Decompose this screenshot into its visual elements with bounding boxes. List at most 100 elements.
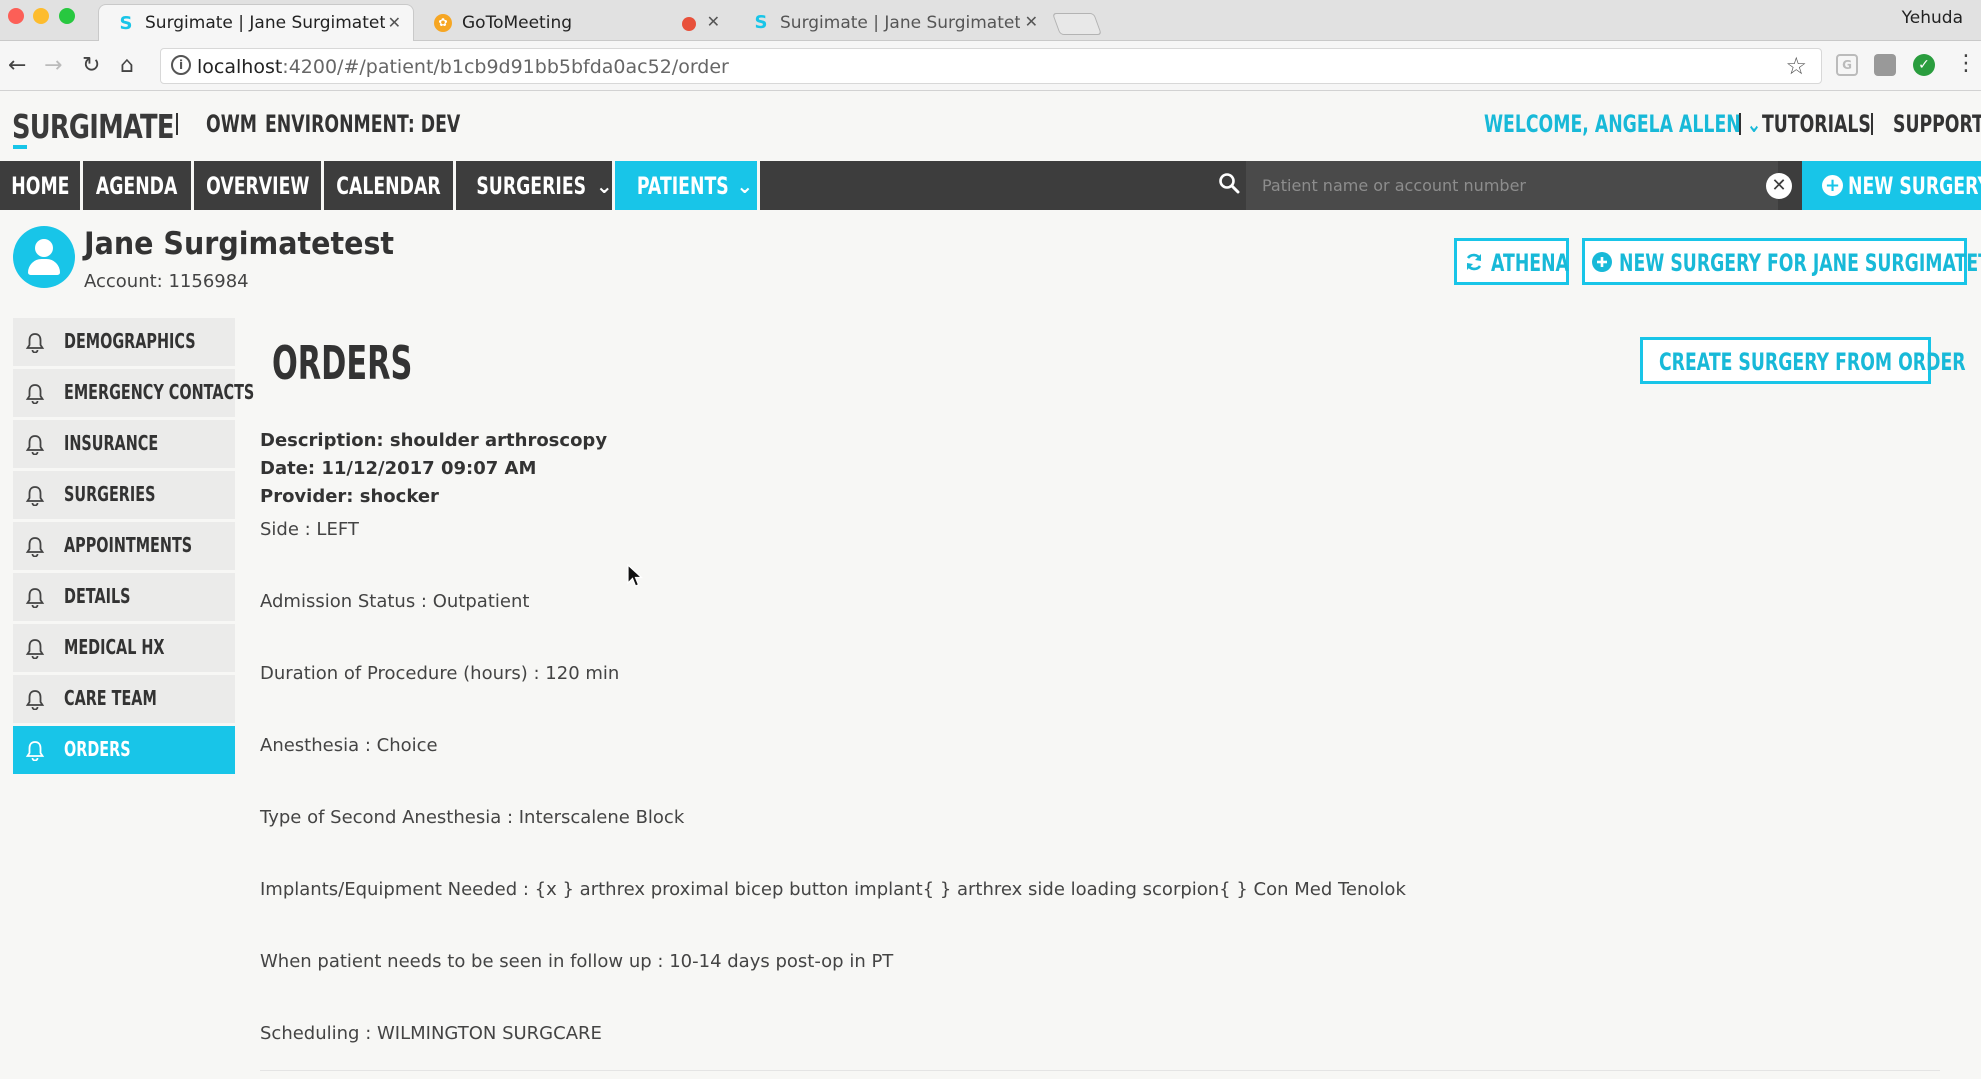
nav-label: PATIENTS	[636, 171, 729, 200]
nav-agenda[interactable]: AGENDA	[83, 161, 194, 210]
extension-square-icon[interactable]	[1874, 54, 1896, 76]
sidebar-item-demographics[interactable]: DEMOGRAPHICS	[13, 318, 235, 366]
support-link[interactable]: SUPPORT	[1893, 110, 1981, 138]
logo-accent	[13, 145, 27, 149]
main-navigation: HOME AGENDA OVERVIEW CALENDAR SURGERIES ⌄…	[0, 161, 1981, 210]
recording-indicator-icon	[682, 17, 696, 31]
window-maximize-button[interactable]	[59, 8, 75, 24]
sidebar-item-insurance[interactable]: INSURANCE	[13, 420, 235, 468]
browser-menu-icon[interactable]: ⋮	[1955, 51, 1977, 76]
sidebar-item-appointments[interactable]: APPOINTMENTS	[13, 522, 235, 570]
bell-icon	[25, 384, 45, 404]
patient-search-input[interactable]	[1246, 161, 1778, 210]
bell-icon	[25, 486, 45, 506]
sidebar-item-label: EMERGENCY CONTACTS	[64, 380, 255, 404]
nav-calendar[interactable]: CALENDAR	[324, 161, 456, 210]
welcome-user-menu[interactable]: WELCOME, ANGELA ALLEN ⌄	[1484, 110, 1761, 138]
nav-label: OVERVIEW	[205, 171, 310, 200]
url-host: localhost	[197, 56, 283, 78]
nav-patients[interactable]: PATIENTS ⌄	[615, 161, 760, 210]
browser-tab-3[interactable]: S Surgimate | Jane Surgimatetest ✕	[734, 4, 1050, 41]
tab-close-icon[interactable]: ✕	[707, 12, 720, 31]
order-date: Date: 11/12/2017 09:07 AM	[260, 458, 537, 479]
sidebar-item-details[interactable]: DETAILS	[13, 573, 235, 621]
new-surgery-for-label: NEW SURGERY FOR JANE SURGIMATETEST	[1619, 249, 1981, 277]
browser-tab-1[interactable]: S Surgimate | Jane Surgimatetest ✕	[98, 4, 414, 41]
new-tab-button[interactable]	[1051, 13, 1103, 35]
sidebar-item-label: ORDERS	[64, 737, 131, 761]
sidebar-item-label: CARE TEAM	[64, 686, 157, 710]
tab-close-icon[interactable]: ✕	[388, 13, 401, 32]
org-name: OWM	[206, 110, 257, 138]
mouse-cursor-icon	[627, 564, 643, 587]
bookmark-star-icon[interactable]: ☆	[1785, 52, 1807, 80]
sidebar-item-label: MEDICAL HX	[64, 635, 165, 659]
environment-label: ENVIRONMENT: DEV	[265, 110, 461, 138]
avatar-body	[28, 259, 60, 275]
bell-icon	[25, 435, 45, 455]
create-surgery-from-order-button[interactable]: CREATE SURGERY FROM ORDER	[1640, 337, 1966, 384]
bell-icon	[25, 588, 45, 608]
welcome-text: WELCOME, ANGELA ALLEN	[1484, 110, 1741, 138]
tab-title: Surgimate | Jane Surgimatetest	[780, 12, 1020, 33]
surgimate-logo[interactable]: SURGIMATE	[12, 107, 174, 146]
avatar-head	[35, 239, 53, 257]
athena-label: ATHENA	[1491, 249, 1569, 277]
chevron-down-icon: ⌄	[736, 173, 754, 198]
new-surgery-button[interactable]: + NEW SURGERY	[1802, 161, 1981, 210]
order-field-admission-status: Admission Status : Outpatient	[260, 591, 530, 612]
header-divider	[1739, 113, 1741, 135]
tab-title: Surgimate | Jane Surgimatetest	[145, 13, 385, 33]
back-arrow-icon[interactable]: ←	[8, 53, 26, 78]
create-surgery-label: CREATE SURGERY FROM ORDER	[1659, 348, 1966, 376]
sidebar-item-label: INSURANCE	[64, 431, 159, 455]
patient-sidebar: DEMOGRAPHICS EMERGENCY CONTACTS INSURANC…	[13, 318, 254, 777]
reload-icon[interactable]: ↻	[82, 53, 100, 78]
refresh-icon	[1466, 253, 1482, 271]
bell-icon	[25, 741, 45, 761]
sidebar-item-label: SURGERIES	[64, 482, 156, 506]
window-minimize-button[interactable]	[33, 8, 49, 24]
content-divider	[260, 1070, 1940, 1071]
sidebar-item-label: DEMOGRAPHICS	[64, 329, 196, 353]
forward-arrow-icon[interactable]: →	[44, 53, 62, 78]
order-field-side: Side : LEFT	[260, 519, 359, 540]
clear-search-icon[interactable]: ✕	[1766, 173, 1792, 199]
order-provider: Provider: shocker	[260, 486, 439, 507]
new-surgery-for-patient-button[interactable]: NEW SURGERY FOR JANE SURGIMATETEST	[1582, 238, 1981, 285]
nav-label: CALENDAR	[336, 171, 441, 200]
header-divider	[176, 113, 178, 135]
sidebar-item-medical-hx[interactable]: MEDICAL HX	[13, 624, 235, 672]
order-field-second-anesthesia: Type of Second Anesthesia : Interscalene…	[260, 807, 685, 828]
sidebar-item-label: DETAILS	[64, 584, 131, 608]
athena-sync-button[interactable]: ATHENA	[1454, 238, 1569, 285]
app-header: SURGIMATE OWM ENVIRONMENT: DEV WELCOME, …	[0, 91, 1981, 161]
tab-title: GoToMeeting	[462, 12, 573, 33]
new-surgery-label: NEW SURGERY	[1848, 172, 1981, 200]
sidebar-item-surgeries[interactable]: SURGERIES	[13, 471, 235, 519]
tab-close-icon[interactable]: ✕	[1025, 12, 1038, 31]
sidebar-item-label: APPOINTMENTS	[64, 533, 193, 557]
extension-check-icon[interactable]: ✓	[1913, 54, 1935, 76]
header-divider	[1871, 113, 1873, 135]
browser-tab-2[interactable]: ✿ GoToMeeting ✕	[416, 4, 732, 41]
patient-avatar	[13, 226, 75, 288]
home-icon[interactable]: ⌂	[120, 53, 134, 78]
order-field-anesthesia: Anesthesia : Choice	[260, 735, 438, 756]
tutorials-link[interactable]: TUTORIALS	[1762, 110, 1871, 138]
site-info-icon[interactable]: i	[171, 55, 191, 75]
surgimate-favicon-icon: S	[119, 13, 133, 34]
nav-home[interactable]: HOME	[0, 161, 83, 210]
sidebar-item-orders[interactable]: ORDERS	[13, 726, 235, 774]
bell-icon	[25, 333, 45, 353]
url-field[interactable]: i localhost:4200/#/patient/b1cb9d91bb5bf…	[160, 48, 1822, 84]
nav-overview[interactable]: OVERVIEW	[194, 161, 324, 210]
extension-g-icon[interactable]: G	[1836, 54, 1858, 76]
sidebar-item-care-team[interactable]: CARE TEAM	[13, 675, 235, 723]
nav-label: AGENDA	[96, 171, 178, 200]
window-close-button[interactable]	[8, 8, 24, 24]
order-description: Description: shoulder arthroscopy	[260, 430, 608, 451]
sidebar-item-emergency-contacts[interactable]: EMERGENCY CONTACTS	[13, 369, 254, 417]
nav-surgeries[interactable]: SURGERIES ⌄	[456, 161, 615, 210]
browser-profile-name[interactable]: Yehuda	[1902, 8, 1963, 28]
